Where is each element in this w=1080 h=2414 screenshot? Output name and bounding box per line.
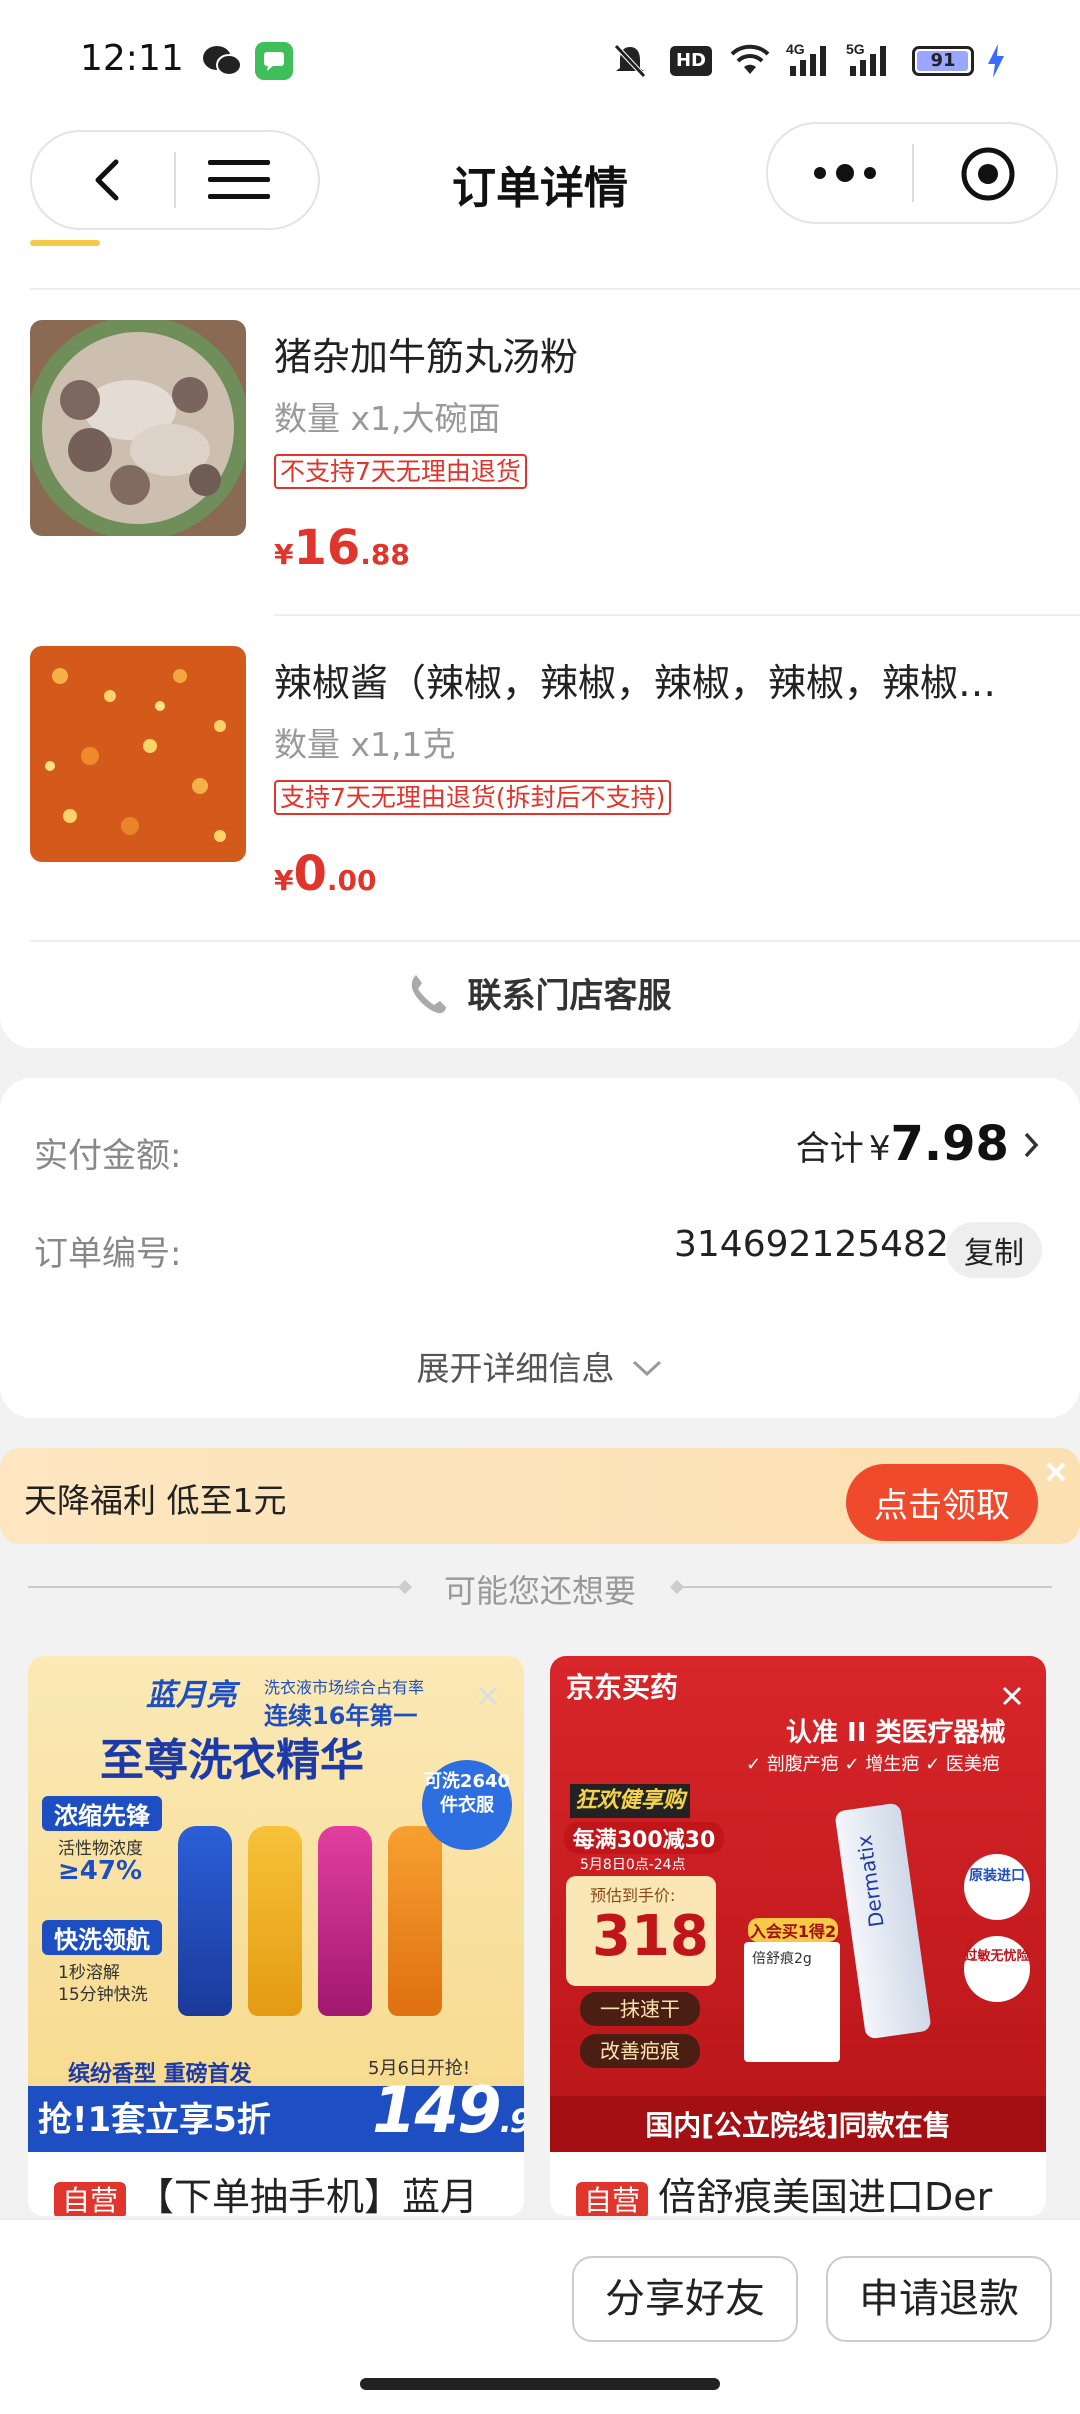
- claim-button[interactable]: 点击领取: [846, 1464, 1038, 1541]
- status-bar: 12:11 HD 4G 5G 91: [0, 0, 1080, 120]
- order-number: 314692125482: [674, 1224, 949, 1265]
- recommend-product-card[interactable]: 京东买药 认准 II 类医疗器械 ✓ 剖腹产疤 ✓ 增生疤 ✓ 医美疤 狂欢健享…: [550, 1656, 1046, 2216]
- wechat-icon: [203, 46, 242, 76]
- phone-icon: [412, 974, 447, 1013]
- miniapp-capsule: [766, 122, 1058, 224]
- home-indicator[interactable]: [360, 2378, 720, 2390]
- contact-store-button[interactable]: 联系门店客服: [0, 968, 1080, 1028]
- wifi-icon: [730, 44, 770, 74]
- welfare-banner[interactable]: 天降福利 低至1元 点击领取: [0, 1448, 1080, 1544]
- signal-5g-icon: 5G: [846, 41, 886, 76]
- self-operated-badge: 自营: [576, 2182, 649, 2216]
- mute-bell-icon: [614, 44, 646, 78]
- status-time: 12:11: [80, 38, 184, 79]
- chevron-down-icon: [632, 1360, 661, 1377]
- item-thumbnail-chili[interactable]: [30, 646, 246, 862]
- item-name[interactable]: 辣椒酱（辣椒，辣椒，辣椒，辣椒，辣椒…: [274, 652, 1054, 707]
- chevron-right-icon: [1024, 1132, 1039, 1158]
- close-icon[interactable]: [1042, 1458, 1070, 1486]
- return-policy-tag: 支持7天无理由退货(拆封后不支持): [274, 780, 672, 815]
- item-price: ¥0.00: [274, 846, 377, 902]
- product-ad-image: 蓝月亮 洗衣液市场综合占有率 连续16年第一 至尊洗衣精华 浓缩先锋 活性物浓度…: [28, 1656, 524, 2152]
- ad-close-icon[interactable]: [476, 1684, 500, 1708]
- messages-app-icon: [255, 42, 293, 80]
- banner-text: 天降福利 低至1元: [24, 1481, 287, 1520]
- close-miniapp-icon[interactable]: [958, 144, 1018, 204]
- order-items-card: 猪杂加牛筋丸汤粉 数量 x1,大碗面 不支持7天无理由退货 ¥16.88 辣椒酱…: [0, 240, 1080, 1048]
- apply-refund-button[interactable]: 申请退款: [826, 2256, 1052, 2342]
- ad-close-icon[interactable]: [1000, 1684, 1024, 1708]
- item-name[interactable]: 猪杂加牛筋丸汤粉: [274, 326, 1034, 381]
- item-spec: 数量 x1,1克: [274, 725, 456, 764]
- svg-text:4G: 4G: [786, 41, 805, 57]
- item-spec: 数量 x1,大碗面: [274, 399, 501, 438]
- expand-details-button[interactable]: 展开详细信息: [0, 1342, 1080, 1390]
- order-number-label: 订单编号:: [34, 1234, 182, 1274]
- paid-amount-value[interactable]: 合计 ¥7.98: [796, 1116, 1042, 1172]
- recommend-product-card[interactable]: 蓝月亮 洗衣液市场综合占有率 连续16年第一 至尊洗衣精华 浓缩先锋 活性物浓度…: [28, 1656, 524, 2216]
- item-price: ¥16.88: [274, 520, 410, 576]
- product-ad-image: 京东买药 认准 II 类医疗器械 ✓ 剖腹产疤 ✓ 增生疤 ✓ 医美疤 狂欢健享…: [550, 1656, 1046, 2152]
- contact-store-label: 联系门店客服: [467, 976, 672, 1016]
- battery-level: 91: [930, 50, 956, 71]
- self-operated-badge: 自营: [54, 2182, 127, 2216]
- share-friend-button[interactable]: 分享好友: [572, 2256, 798, 2342]
- signal-4g-icon: 4G: [786, 41, 826, 76]
- hd-icon: HD: [670, 46, 712, 76]
- copy-button[interactable]: 复制: [946, 1222, 1042, 1278]
- charging-bolt-icon: [988, 44, 1004, 78]
- svg-text:5G: 5G: [846, 41, 865, 57]
- battery-icon: 91: [912, 46, 974, 76]
- item-thumbnail-soup[interactable]: [30, 320, 246, 536]
- payment-card: 实付金额: 合计 ¥7.98 订单编号: 314692125482 复制 展开详…: [0, 1078, 1080, 1418]
- expand-label: 展开详细信息: [416, 1349, 615, 1388]
- product-title: 自营 【下单抽手机】蓝月: [54, 2166, 524, 2216]
- return-policy-tag: 不支持7天无理由退货: [274, 454, 527, 489]
- product-title: 自营 倍舒痕美国进口Der: [576, 2166, 1046, 2216]
- divider-right: [676, 1586, 1052, 1588]
- more-dots-icon[interactable]: [810, 158, 880, 188]
- recommend-title: 可能您还想要: [443, 1572, 636, 1610]
- paid-amount-label: 实付金额:: [34, 1136, 182, 1176]
